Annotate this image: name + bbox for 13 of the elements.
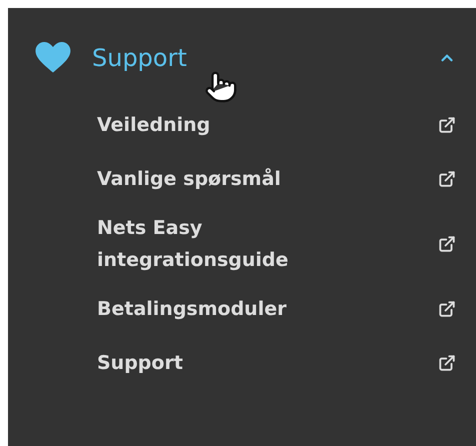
submenu-link[interactable]: Vanlige spørsmål bbox=[97, 152, 456, 206]
external-link-icon bbox=[438, 300, 456, 318]
submenu-link[interactable]: Betalingsmoduler bbox=[97, 282, 456, 336]
external-link-icon bbox=[438, 116, 456, 134]
heart-icon bbox=[35, 42, 71, 74]
submenu-link[interactable]: Nets Easy integrationsguide bbox=[97, 206, 456, 282]
external-link-icon bbox=[438, 235, 456, 253]
support-menu-header[interactable]: Support bbox=[8, 22, 476, 94]
submenu-link[interactable]: Support bbox=[97, 336, 456, 390]
submenu-link[interactable]: Veiledning bbox=[97, 98, 456, 152]
external-link-icon bbox=[438, 170, 456, 188]
external-link-icon bbox=[438, 354, 456, 372]
hand-cursor-icon bbox=[204, 70, 238, 104]
